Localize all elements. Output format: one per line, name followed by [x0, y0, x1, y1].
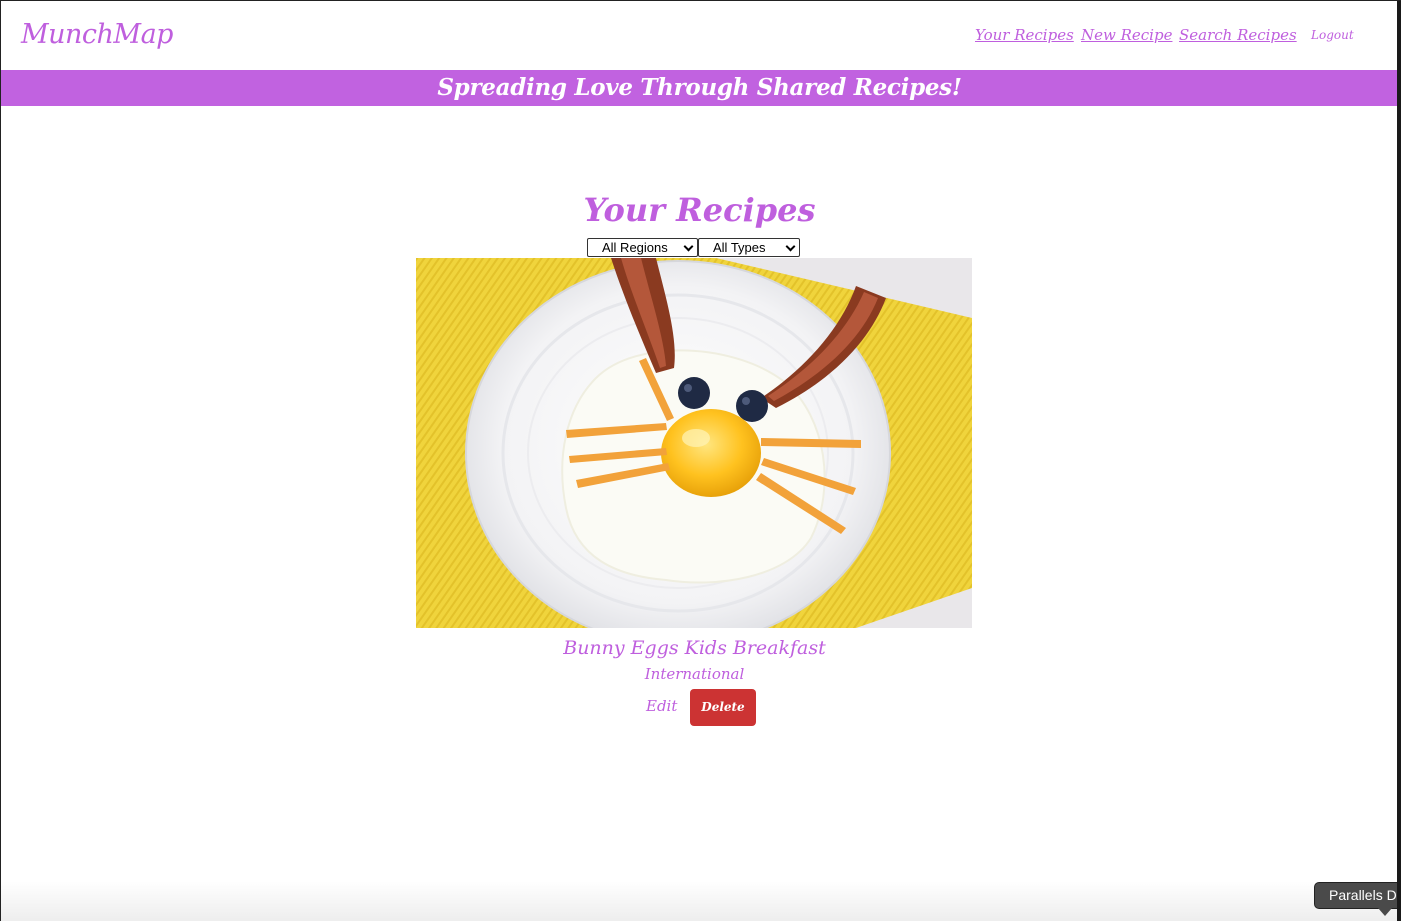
recipe-title[interactable]: Bunny Eggs Kids Breakfast — [1, 637, 1388, 659]
logout-button[interactable]: Logout — [1311, 28, 1354, 42]
navbar: MunchMap Your Recipes New Recipe Search … — [1, 1, 1398, 70]
recipe-photo-illustration — [416, 258, 972, 628]
edit-recipe-link[interactable]: Edit — [646, 697, 677, 715]
page-title: Your Recipes — [583, 191, 816, 229]
region-filter-select[interactable]: All Regions — [587, 238, 698, 257]
recipe-image[interactable] — [416, 258, 972, 628]
filter-bar: All Regions All Types — [587, 238, 807, 258]
nav-search-recipes-link[interactable]: Search Recipes — [1179, 26, 1297, 44]
type-filter-value: All Types — [713, 240, 766, 255]
page: MunchMap Your Recipes New Recipe Search … — [0, 0, 1401, 921]
tagline-text: Spreading Love Through Shared Recipes! — [437, 74, 962, 101]
type-filter-select[interactable]: All Types — [698, 238, 800, 257]
os-tooltip: Parallels Desktop — [1314, 882, 1401, 909]
nav-links: Your Recipes New Recipe Search Recipes L… — [1, 26, 1398, 50]
chevron-down-icon — [785, 241, 796, 252]
delete-recipe-button[interactable]: Delete — [690, 689, 756, 726]
recipe-region: International — [644, 665, 745, 683]
window-edge — [1397, 1, 1401, 921]
bottom-shadow — [1, 881, 1398, 921]
nav-your-recipes-link[interactable]: Your Recipes — [975, 26, 1074, 44]
tooltip-arrow — [1378, 908, 1392, 916]
region-filter-value: All Regions — [602, 240, 668, 255]
tagline-banner: Spreading Love Through Shared Recipes! — [1, 70, 1398, 106]
chevron-down-icon — [683, 241, 694, 252]
nav-new-recipe-link[interactable]: New Recipe — [1081, 26, 1172, 44]
